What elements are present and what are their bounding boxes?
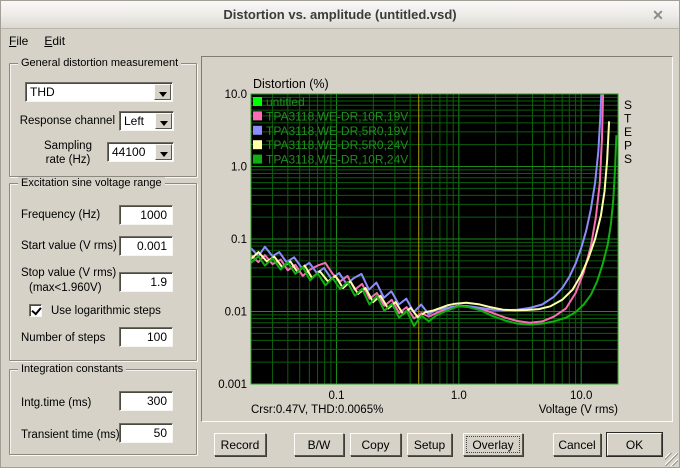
- x-tick-label: 0.1: [329, 390, 345, 402]
- response-channel-label: Response channel: [19, 115, 115, 127]
- steps-side-label: S: [624, 98, 632, 112]
- chart-title: Distortion (%): [253, 77, 329, 91]
- sampling-rate-select[interactable]: 44100: [107, 142, 174, 162]
- response-channel-value: Left: [124, 114, 145, 128]
- legend-label-1: TPA3118,WE-DR,10R,19V: [266, 109, 408, 123]
- group-excitation-title: Excitation sine voltage range: [18, 177, 165, 189]
- y-tick-label: 10.0: [225, 89, 247, 101]
- legend-label-2: TPA3118,WE-DR,5R0,19V: [266, 124, 408, 138]
- x-axis-label: Voltage (V rms): [539, 404, 618, 416]
- log-steps-label: Use logarithmic steps: [51, 305, 161, 317]
- y-tick-label: 0.1: [231, 234, 247, 246]
- sampling-rate-label-line2: rate (Hz): [45, 154, 91, 166]
- intg-time-input[interactable]: 300: [119, 391, 173, 411]
- resize-grip[interactable]: [665, 453, 678, 466]
- ok-button[interactable]: OK: [607, 433, 662, 456]
- log-steps-checkbox[interactable]: [29, 304, 42, 317]
- sampling-rate-value: 44100: [112, 145, 146, 159]
- intg-time-label: Intg.time (ms): [21, 397, 92, 409]
- chevron-down-icon[interactable]: [155, 113, 172, 129]
- legend-swatch-3: [253, 140, 262, 150]
- record-button[interactable]: Record: [214, 433, 266, 456]
- window-title: Distortion vs. amplitude (untitled.vsd): [223, 7, 457, 22]
- chart-panel: untitled TPA3118,WE-DR,10R,19V TPA3118,WE-…: [201, 56, 673, 422]
- setup-button[interactable]: Setup: [407, 433, 452, 456]
- menu-item-edit[interactable]: Edit: [36, 30, 73, 48]
- title-bar[interactable]: Distortion vs. amplitude (untitled.vsd) …: [1, 1, 679, 29]
- measurement-type-select[interactable]: THD: [25, 82, 173, 102]
- copy-button[interactable]: Copy: [350, 433, 401, 456]
- x-tick-label: 1.0: [451, 390, 467, 402]
- cancel-button[interactable]: Cancel: [553, 433, 601, 456]
- steps-side-label: P: [624, 139, 632, 153]
- y-tick-label: 0.001: [218, 379, 247, 391]
- overlay-button[interactable]: Overlay: [463, 433, 523, 456]
- menu-item-file[interactable]: File: [1, 30, 36, 48]
- transient-time-input[interactable]: 50: [119, 423, 173, 443]
- legend-swatch-2: [253, 125, 262, 135]
- measurement-type-value: THD: [30, 85, 55, 99]
- number-of-steps-label: Number of steps: [21, 332, 106, 344]
- response-channel-select[interactable]: Left: [119, 111, 174, 131]
- frequency-label: Frequency (Hz): [21, 209, 101, 221]
- legend-label-0: untitled: [266, 95, 305, 109]
- transient-time-label: Transient time (ms): [21, 429, 120, 441]
- group-general-title: General distortion measurement: [18, 57, 182, 69]
- legend-swatch-1: [253, 111, 262, 121]
- close-icon[interactable]: ✕: [649, 6, 667, 24]
- chevron-down-icon[interactable]: [154, 84, 171, 100]
- menu-bar: File Edit: [1, 30, 679, 53]
- stop-value-input[interactable]: 1.9: [119, 272, 173, 292]
- cursor-readout: Crsr:0.47V, THD:0.0065%: [251, 404, 383, 416]
- legend-label-4: TPA3118,WE-DR,10R,24V: [266, 153, 408, 167]
- stop-value-sublabel: (max<1.960V): [29, 282, 102, 294]
- legend-swatch-0: [253, 97, 262, 106]
- number-of-steps-input[interactable]: 100: [119, 327, 173, 347]
- dialog-window: Distortion vs. amplitude (untitled.vsd) …: [0, 0, 680, 468]
- legend-swatch-4: [253, 154, 262, 164]
- start-value-label: Start value (V rms): [21, 240, 117, 252]
- y-tick-label: 0.01: [225, 307, 247, 319]
- steps-side-label: T: [624, 112, 632, 126]
- stop-value-label: Stop value (V rms): [21, 267, 117, 279]
- steps-side-label: E: [624, 125, 632, 139]
- group-integration-title: Integration constants: [18, 363, 127, 375]
- sampling-rate-label-line1: Sampling: [44, 140, 92, 152]
- start-value-input[interactable]: 0.001: [119, 236, 173, 256]
- y-tick-label: 1.0: [231, 162, 247, 174]
- steps-side-label: S: [624, 152, 632, 166]
- distortion-chart[interactable]: untitledTPA3118,WE-DR,10R,19VTPA3118,WE-…: [202, 57, 672, 421]
- frequency-input[interactable]: 1000: [119, 205, 173, 225]
- legend-label-3: TPA3118,WE-DR,5R0,24V: [266, 138, 408, 152]
- bw-button[interactable]: B/W: [294, 433, 344, 456]
- x-tick-label: 10.0: [570, 390, 592, 402]
- chevron-down-icon[interactable]: [155, 144, 172, 160]
